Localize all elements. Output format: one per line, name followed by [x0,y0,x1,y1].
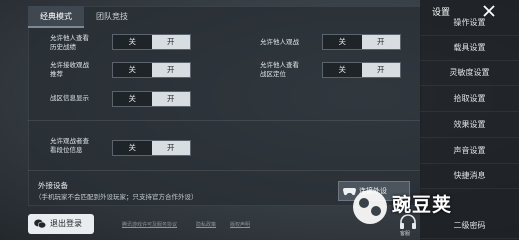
on-option[interactable]: 开 [151,63,190,77]
customer-service-label: 客服 [400,231,411,237]
tab-classic-mode[interactable]: 经典模式 [28,6,84,28]
label-line: 允许接收观战 [50,61,89,69]
label-line: 允许他人查看 [50,34,89,42]
logout-label: 退出登录 [50,219,82,228]
region-info-label: 战区信息显示 [50,94,89,103]
label-line: 战区信息显示 [50,94,89,102]
section-divider [28,170,420,171]
spectate-toggle: 关 开 [322,34,401,50]
off-option[interactable]: 关 [113,35,152,49]
label-line: 看段位信息 [50,146,83,154]
label-line: 允许观战者查 [50,137,89,145]
label-line: 战区定位 [260,70,286,78]
sidebar-item-pickup[interactable]: 拾取设置 [420,86,519,112]
history-record-toggle: 关 开 [112,34,191,50]
sidebar-item-sensitivity[interactable]: 灵敏度设置 [420,60,519,86]
wechat-icon [34,219,46,229]
external-device-note: （手机玩家不会匹配到外设玩家；只支持官方合作外设） [35,193,198,201]
history-record-label: 允许他人查看 历史战绩 [50,34,89,52]
sidebar-item-effects[interactable]: 效果设置 [420,112,519,138]
section-divider [28,120,420,121]
off-option[interactable]: 关 [113,92,152,106]
off-option[interactable]: 关 [323,35,362,49]
label-line: 允许他人观战 [260,38,299,46]
on-option[interactable]: 开 [361,35,400,49]
region-location-label: 允许他人查看 战区定位 [260,61,299,79]
external-device-title: 外接设备 [38,181,68,190]
license-agreement-link[interactable]: 腾讯游戏许可及服务协议 [122,221,177,228]
sidebar-item-sound[interactable]: 声音设置 [420,138,519,164]
sidebar-item-controls[interactable]: 操作设置 [420,10,519,36]
mode-tabs: 经典模式 团队竞技 [28,6,140,28]
label-line: 允许他人查看 [260,61,299,69]
region-info-toggle: 关 开 [112,91,191,107]
spectate-label: 允许他人观战 [260,38,299,47]
spectate-recommend-toggle: 关 开 [112,62,191,78]
logout-button[interactable]: 退出登录 [28,214,94,234]
region-location-toggle: 关 开 [322,62,401,78]
off-option[interactable]: 关 [113,141,152,155]
spectate-recommend-label: 允许接收观战 推荐 [50,61,89,79]
off-option[interactable]: 关 [113,63,152,77]
on-option[interactable]: 开 [361,63,400,77]
label-line: 历史战绩 [50,43,76,51]
on-option[interactable]: 开 [151,141,190,155]
off-option[interactable]: 关 [323,63,362,77]
rank-info-label: 允许观战者查 看段位信息 [50,137,89,155]
rank-info-toggle: 关 开 [112,140,191,156]
copyright-link[interactable]: 版权声明 [230,221,250,228]
privacy-policy-link[interactable]: 隐私政策 [196,221,216,228]
watermark-text: 豌豆荚 [392,194,453,216]
on-option[interactable]: 开 [151,92,190,106]
label-line: 推荐 [50,70,63,78]
tab-team-deathmatch[interactable]: 团队竞技 [84,6,140,28]
on-option[interactable]: 开 [151,35,190,49]
sidebar-item-vehicle[interactable]: 载具设置 [420,35,519,61]
